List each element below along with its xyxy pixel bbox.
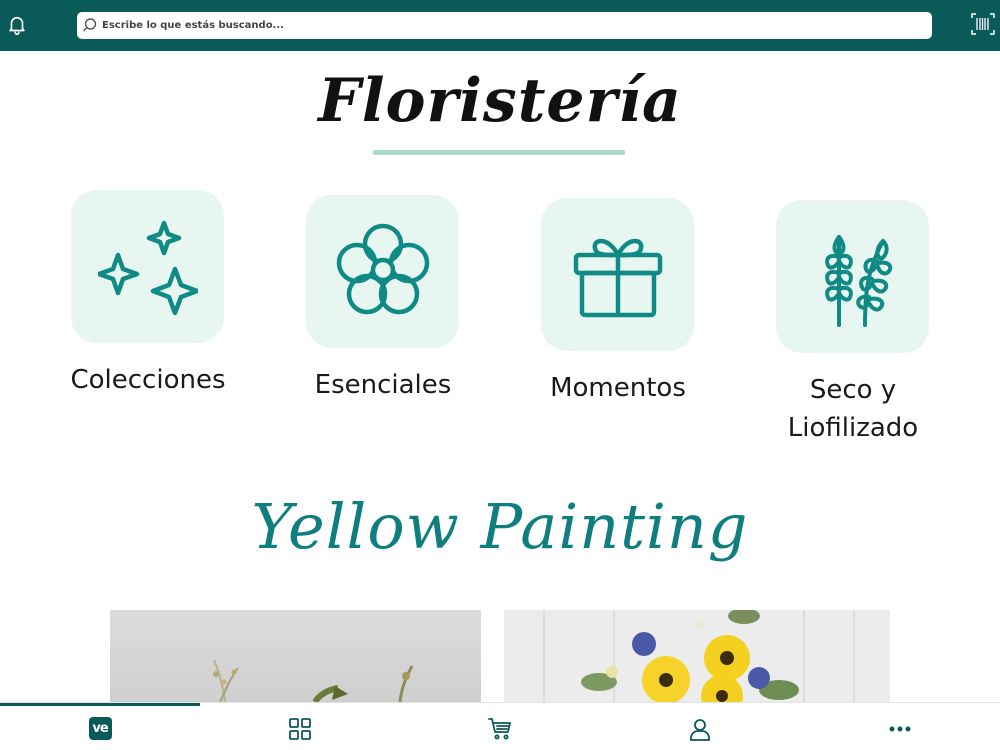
- grid-icon: [289, 717, 311, 740]
- category-esenciales[interactable]: Esenciales: [283, 195, 483, 404]
- nav-more[interactable]: [800, 706, 1000, 750]
- category-tile: [306, 195, 459, 348]
- search-icon: [82, 17, 98, 33]
- category-tile: [541, 198, 694, 351]
- sunflower-bouquet-image: [504, 610, 890, 702]
- product-image-1[interactable]: [110, 610, 481, 702]
- top-bar: [0, 0, 1000, 51]
- nav-account[interactable]: [600, 706, 800, 750]
- dried-arrangement-image: [213, 659, 414, 702]
- cart-icon: [488, 717, 511, 739]
- title-underline: [373, 150, 625, 155]
- bell-icon[interactable]: [6, 14, 28, 36]
- category-colecciones[interactable]: Colecciones: [48, 190, 248, 399]
- user-icon: [690, 718, 710, 741]
- category-seco-liofilizado[interactable]: Seco y Liofilizado: [753, 200, 953, 447]
- category-label: Esenciales: [314, 370, 452, 400]
- section-title: Yellow Painting: [251, 490, 749, 563]
- barcode-icon[interactable]: [971, 12, 995, 36]
- sparkles-icon: [97, 220, 198, 315]
- category-label: Momentos: [550, 373, 686, 403]
- category-momentos[interactable]: Momentos: [518, 198, 718, 407]
- category-label: Seco y Liofilizado: [753, 371, 953, 447]
- page-title: Floristería: [318, 66, 682, 136]
- category-tile: [776, 200, 929, 353]
- home-logo: ve: [88, 717, 112, 740]
- category-label: Colecciones: [70, 365, 226, 395]
- nav-home[interactable]: ve: [0, 706, 200, 750]
- product-image-2[interactable]: [504, 610, 890, 702]
- flower-icon: [336, 223, 429, 314]
- more-icon: [889, 726, 911, 731]
- category-label-line2: Liofilizado: [787, 413, 919, 443]
- nav-categories[interactable]: [200, 706, 400, 750]
- nav-cart[interactable]: [400, 706, 600, 750]
- bottom-nav: ve: [0, 702, 1000, 750]
- search-bar[interactable]: [77, 12, 932, 39]
- wheat-icon: [824, 234, 892, 327]
- category-label-line1: Seco y: [809, 375, 897, 405]
- search-input[interactable]: [102, 15, 922, 36]
- category-tile: [71, 190, 224, 343]
- gift-icon: [573, 238, 662, 317]
